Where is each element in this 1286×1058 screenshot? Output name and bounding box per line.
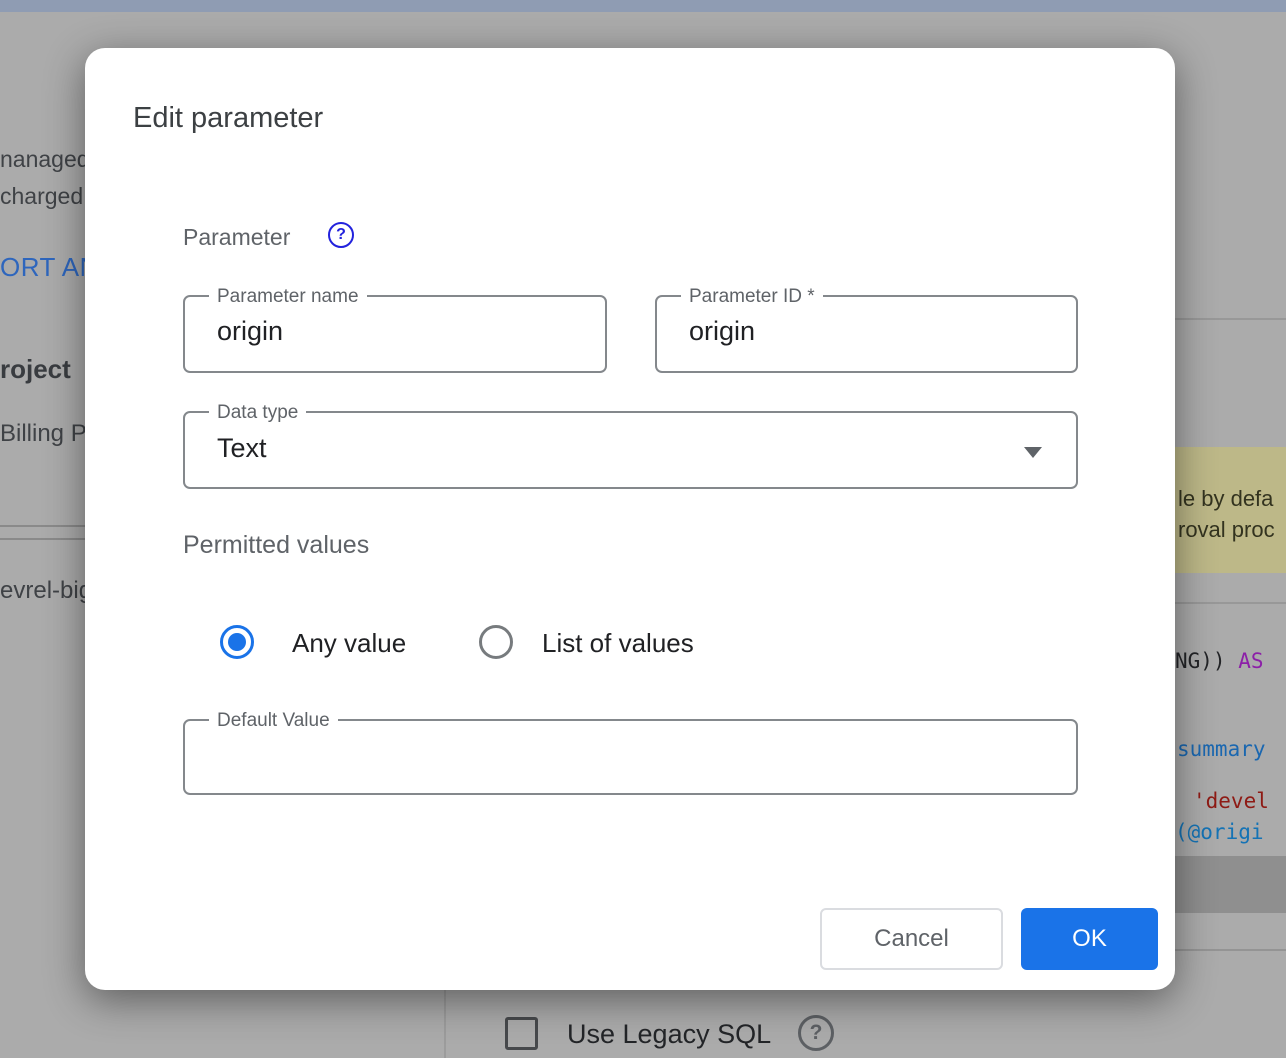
use-legacy-sql-checkbox — [505, 1017, 538, 1050]
sql-code-plain: NG)) — [1175, 649, 1238, 673]
parameter-name-field[interactable]: Parameter name — [183, 295, 607, 373]
top-edge-bar — [0, 0, 1286, 12]
warning-banner-line: roval proc — [1178, 514, 1286, 545]
sql-code-line: NG)) AS — [1175, 649, 1264, 673]
dialog-title: Edit parameter — [133, 102, 323, 135]
ok-button[interactable]: OK — [1021, 908, 1158, 970]
chevron-down-icon — [1024, 447, 1042, 458]
sql-code-line: (@origi — [1175, 820, 1264, 844]
parameter-help-icon[interactable]: ? — [328, 222, 354, 248]
backdrop-divider — [0, 538, 85, 540]
warning-banner: le by defa roval proc — [1175, 447, 1286, 573]
backdrop-divider — [1175, 602, 1286, 604]
default-value-field[interactable]: Default Value — [183, 719, 1078, 795]
default-value-input[interactable] — [185, 721, 1076, 793]
radio-list-of-values-label[interactable]: List of values — [542, 628, 694, 659]
backdrop-project-heading: roject — [0, 354, 71, 385]
sql-code-line: 'devel — [1193, 789, 1269, 813]
edit-parameter-dialog: Edit parameter Parameter ? Parameter nam… — [85, 48, 1175, 990]
radio-list-of-values[interactable] — [479, 625, 513, 659]
backdrop-billing-text: Billing P — [0, 420, 87, 448]
sql-code-line: summary — [1177, 737, 1266, 761]
backdrop-project-id: evrel-big — [0, 577, 92, 605]
parameter-name-input[interactable] — [185, 297, 605, 371]
backdrop-text-charged: charged — [0, 183, 83, 210]
radio-any-value-label[interactable]: Any value — [292, 628, 406, 659]
parameter-id-field[interactable]: Parameter ID * — [655, 295, 1078, 373]
parameter-id-input[interactable] — [657, 297, 1076, 371]
data-type-select[interactable]: Data type Text — [183, 411, 1078, 489]
backdrop-divider — [1175, 318, 1286, 320]
help-icon: ? — [798, 1015, 834, 1051]
backdrop-divider — [1175, 949, 1286, 951]
backdrop-divider — [0, 525, 85, 527]
use-legacy-sql-label: Use Legacy SQL — [567, 1019, 771, 1050]
data-type-label: Data type — [209, 402, 306, 424]
data-type-value: Text — [217, 433, 267, 464]
backdrop-text-managed: nanaged — [0, 146, 90, 173]
backdrop-vertical-divider — [444, 990, 446, 1058]
radio-any-value[interactable] — [220, 625, 254, 659]
permitted-values-label: Permitted values — [183, 531, 369, 560]
cancel-button[interactable]: Cancel — [820, 908, 1003, 970]
parameter-section-label: Parameter — [183, 224, 290, 251]
editor-footer-band — [1175, 856, 1286, 913]
warning-banner-line: le by defa — [1178, 483, 1286, 514]
sql-code-keyword: AS — [1238, 649, 1263, 673]
